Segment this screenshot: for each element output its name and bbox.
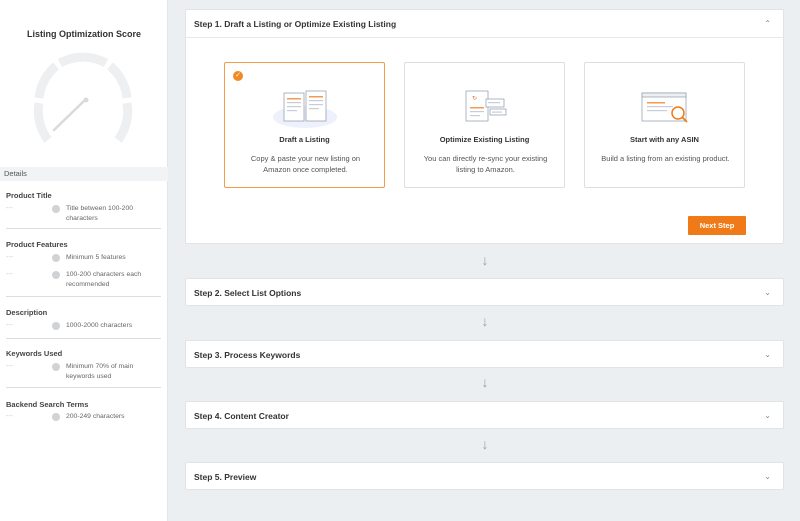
score-gauge: [33, 52, 133, 143]
score-dash: ---: [6, 322, 13, 329]
check-icon: ✓: [233, 71, 243, 81]
section-title: Backend Search Terms: [6, 400, 89, 409]
step-5-title: Step 5. Preview: [194, 472, 257, 482]
divider: [6, 296, 161, 297]
requirement-item: --- 100-200 characters each recommended: [6, 270, 161, 290]
arrow-down-icon: ↓: [481, 436, 489, 452]
status-dot-icon: [52, 322, 60, 330]
section-product-title: Product Title --- Title between 100-200 …: [6, 191, 161, 222]
score-dash: ---: [6, 271, 13, 278]
requirement-item: --- Title between 100-200 characters: [6, 204, 161, 224]
section-title: Keywords Used: [6, 349, 63, 358]
option-start-asin[interactable]: Start with any ASIN Build a listing from…: [584, 62, 745, 188]
requirement-item: --- 200-249 characters: [6, 412, 161, 432]
option-draft-listing[interactable]: ✓ Draft a Listing Copy & paste your new …: [224, 62, 385, 188]
step-4-title: Step 4. Content Creator: [194, 411, 289, 421]
section-description: Description --- 1000-2000 characters: [6, 308, 161, 330]
chevron-up-icon[interactable]: ⌃: [764, 19, 771, 28]
documents-icon: [272, 90, 337, 128]
requirement-text: 200-249 characters: [66, 413, 125, 420]
chevron-down-icon[interactable]: ⌄: [764, 411, 771, 420]
divider: [6, 338, 161, 339]
requirement-text: 1000-2000 characters: [66, 322, 133, 329]
next-step-button[interactable]: Next Step: [688, 216, 746, 235]
step-3-title: Step 3. Process Keywords: [194, 350, 301, 360]
section-title: Product Features: [6, 240, 68, 249]
score-title: Listing Optimization Score: [26, 29, 141, 39]
requirement-item: --- Minimum 70% of main keywords used: [6, 362, 161, 382]
option-description: Build a listing from an existing product…: [601, 154, 730, 163]
chevron-down-icon[interactable]: ⌄: [764, 288, 771, 297]
option-description: Copy & paste your new listing on Amazon …: [250, 154, 361, 174]
score-dash: ---: [6, 363, 13, 370]
svg-text:↻: ↻: [472, 95, 477, 102]
section-title: Product Title: [6, 191, 52, 200]
step-3-card[interactable]: Step 3. Process Keywords ⌄: [185, 340, 784, 368]
step-4-card[interactable]: Step 4. Content Creator ⌄: [185, 401, 784, 429]
requirement-text: Minimum 5 features: [66, 254, 126, 261]
section-keywords-used: Keywords Used --- Minimum 70% of main ke…: [6, 349, 161, 380]
section-product-features: Product Features --- Minimum 5 features …: [6, 240, 161, 288]
option-optimize-existing[interactable]: ↻ Optimize Existing Listing You can dire…: [404, 62, 565, 188]
divider: [6, 228, 161, 229]
requirement-text: Title between 100-200 characters: [66, 205, 134, 222]
chevron-down-icon[interactable]: ⌄: [764, 350, 771, 359]
requirement-text: Minimum 70% of main keywords used: [66, 363, 134, 380]
option-description: You can directly re-sync your existing l…: [423, 154, 548, 174]
search-browser-icon: [641, 92, 688, 123]
score-sidebar: Listing Optimization Score Details Produ…: [0, 0, 168, 521]
section-title: Description: [6, 308, 48, 317]
step-1-header[interactable]: Step 1. Draft a Listing or Optimize Exis…: [186, 10, 783, 38]
option-title: Optimize Existing Listing: [439, 135, 530, 144]
status-dot-icon: [52, 363, 60, 371]
step-2-title: Step 2. Select List Options: [194, 288, 302, 298]
option-title: Start with any ASIN: [630, 135, 699, 144]
divider: [6, 387, 161, 388]
arrow-down-icon: ↓: [481, 374, 489, 390]
step-5-card[interactable]: Step 5. Preview ⌄: [185, 462, 784, 490]
status-dot-icon: [52, 254, 60, 262]
step-2-card[interactable]: Step 2. Select List Options ⌄: [185, 278, 784, 306]
chevron-down-icon[interactable]: ⌄: [764, 472, 771, 481]
step-1-title: Step 1. Draft a Listing or Optimize Exis…: [194, 19, 397, 29]
status-dot-icon: [52, 271, 60, 279]
arrow-down-icon: ↓: [481, 313, 489, 329]
section-backend-search-terms: Backend Search Terms --- 200-249 charact…: [6, 400, 161, 421]
score-dash: ---: [6, 254, 13, 261]
sync-document-icon: ↻: [465, 90, 506, 122]
arrow-down-icon: ↓: [481, 252, 489, 268]
status-dot-icon: [52, 205, 60, 213]
details-header: Details: [0, 167, 168, 181]
requirement-text: 100-200 characters each recommended: [66, 271, 142, 288]
status-dot-icon: [52, 413, 60, 421]
score-dash: ---: [6, 205, 13, 212]
score-dash: ---: [6, 413, 13, 420]
step-1-card: Step 1. Draft a Listing or Optimize Exis…: [185, 9, 784, 244]
option-title: Draft a Listing: [279, 135, 330, 144]
